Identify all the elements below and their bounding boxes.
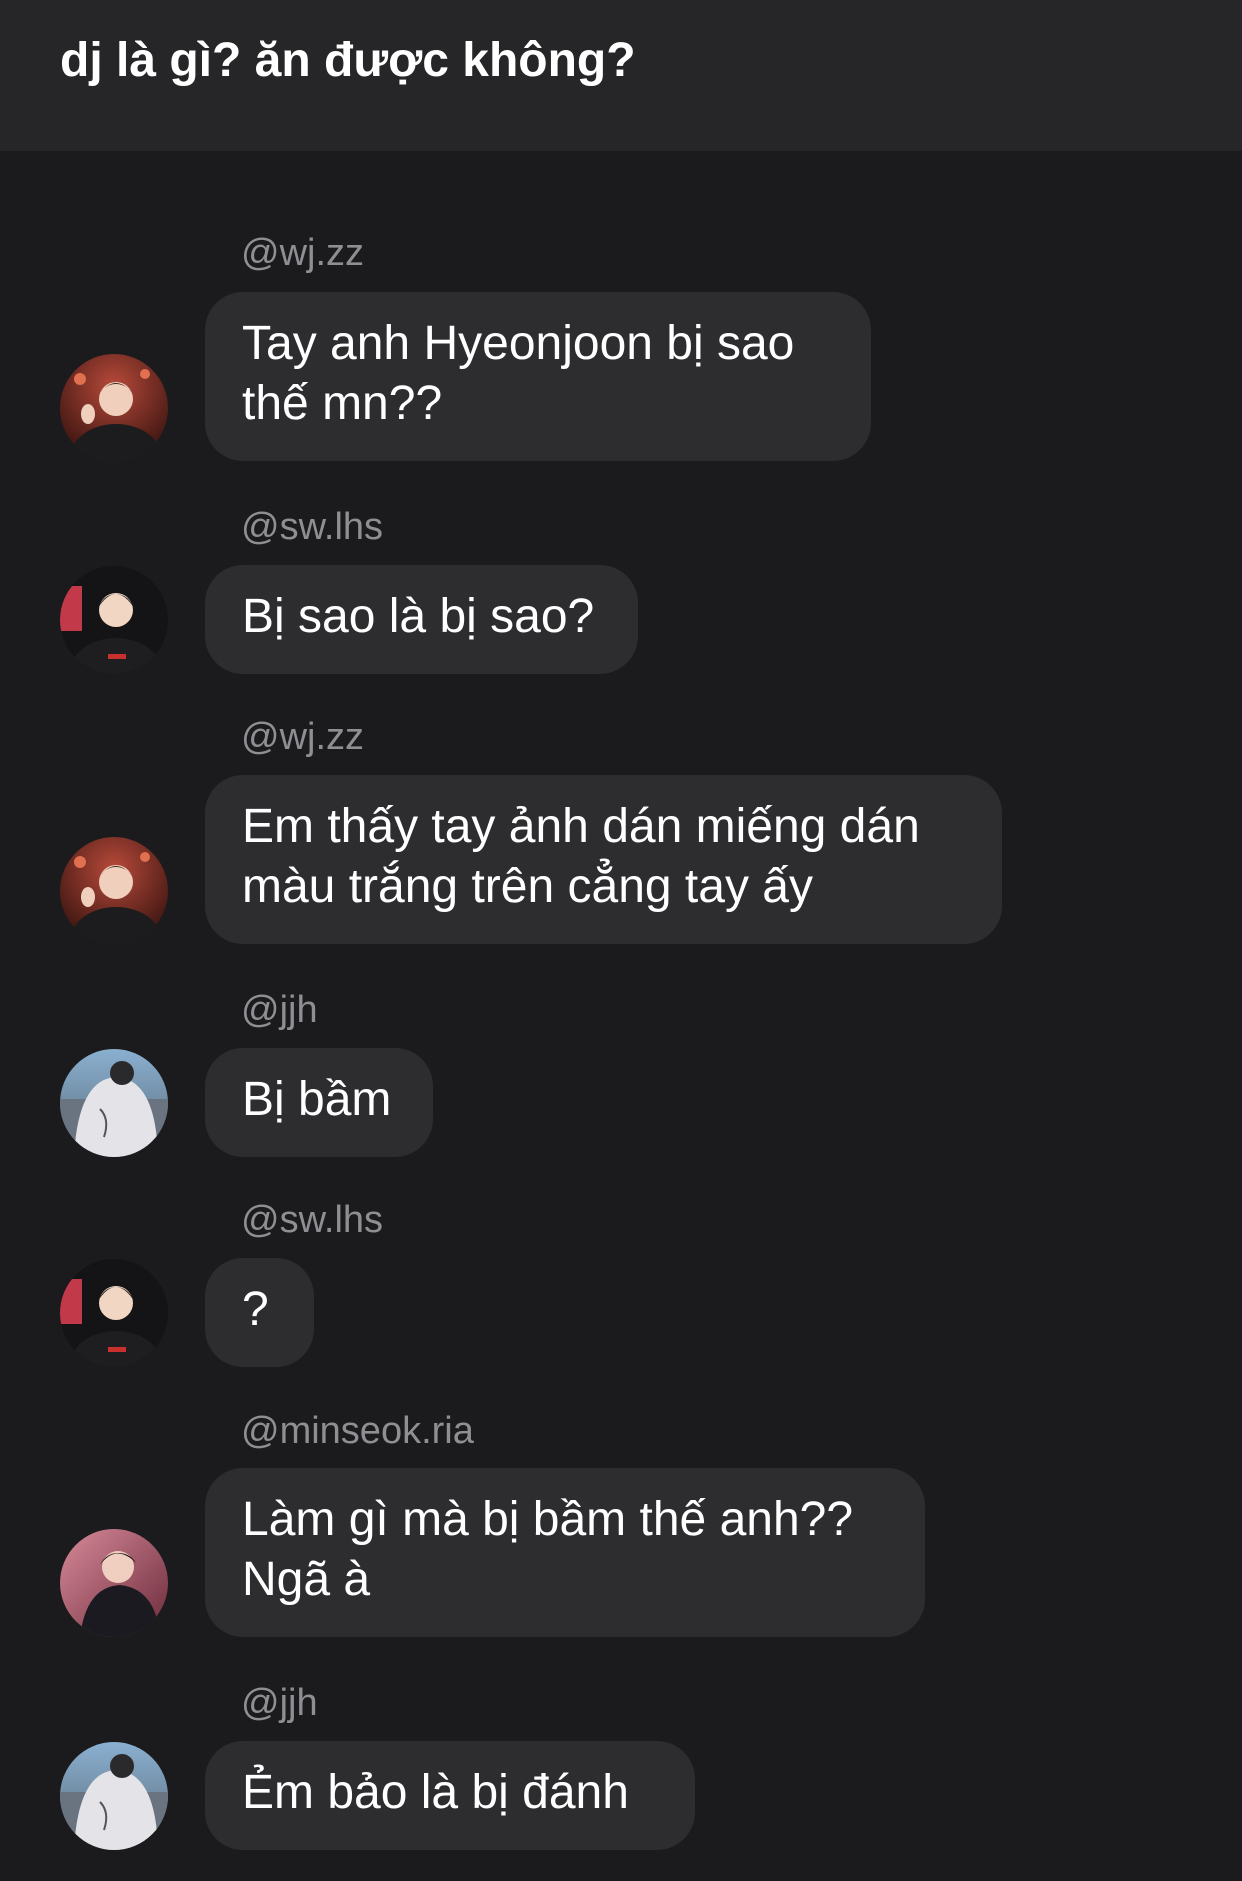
avatar[interactable] <box>60 566 168 674</box>
sender-name[interactable]: @jjh <box>241 988 318 1032</box>
sender-name[interactable]: @wj.zz <box>241 231 364 275</box>
message-text: Tay anh Hyeonjoon bị sao thế mn?? <box>242 317 795 430</box>
avatar-jjh-image <box>60 1742 168 1850</box>
sender-name[interactable]: @minseok.ria <box>241 1409 474 1453</box>
message-text: Ẻm bảo là bị đánh <box>242 1766 629 1819</box>
avatar-swlhs-image <box>60 566 168 674</box>
avatar[interactable] <box>60 1529 168 1637</box>
message-text: Bị bầm <box>242 1073 392 1126</box>
message-bubble[interactable]: ? <box>205 1258 314 1367</box>
avatar[interactable] <box>60 354 168 462</box>
message-bubble[interactable]: Em thấy tay ảnh dán miếng dán màu trắng … <box>205 775 1002 944</box>
message-bubble[interactable]: Ẻm bảo là bị đánh <box>205 1741 695 1850</box>
message-bubble[interactable]: Bị sao là bị sao? <box>205 565 638 674</box>
message-text: Em thấy tay ảnh dán miếng dán màu trắng … <box>242 800 920 913</box>
message-text: Làm gì mà bị bầm thế anh?? Ngã à <box>242 1493 854 1606</box>
sender-name[interactable]: @jjh <box>241 1681 318 1725</box>
avatar[interactable] <box>60 1742 168 1850</box>
sender-name[interactable]: @sw.lhs <box>241 505 383 549</box>
sender-name[interactable]: @wj.zz <box>241 715 364 759</box>
avatar-minseok-image <box>60 1529 168 1637</box>
message-bubble[interactable]: Làm gì mà bị bầm thế anh?? Ngã à <box>205 1468 925 1637</box>
avatar[interactable] <box>60 1259 168 1367</box>
message-text: ? <box>242 1283 269 1336</box>
avatar-swlhs-image <box>60 1259 168 1367</box>
avatar-wjzz-image <box>60 354 168 462</box>
avatar[interactable] <box>60 1049 168 1157</box>
avatar-wjzz-image <box>60 837 168 945</box>
message-bubble[interactable]: Tay anh Hyeonjoon bị sao thế mn?? <box>205 292 871 461</box>
avatar[interactable] <box>60 837 168 945</box>
chat-title: dj là gì? ăn được không? <box>60 34 636 87</box>
chat-header: dj là gì? ăn được không? <box>0 0 1242 151</box>
message-bubble[interactable]: Bị bầm <box>205 1048 433 1157</box>
avatar-jjh-image <box>60 1049 168 1157</box>
sender-name[interactable]: @sw.lhs <box>241 1198 383 1242</box>
message-text: Bị sao là bị sao? <box>242 590 595 643</box>
